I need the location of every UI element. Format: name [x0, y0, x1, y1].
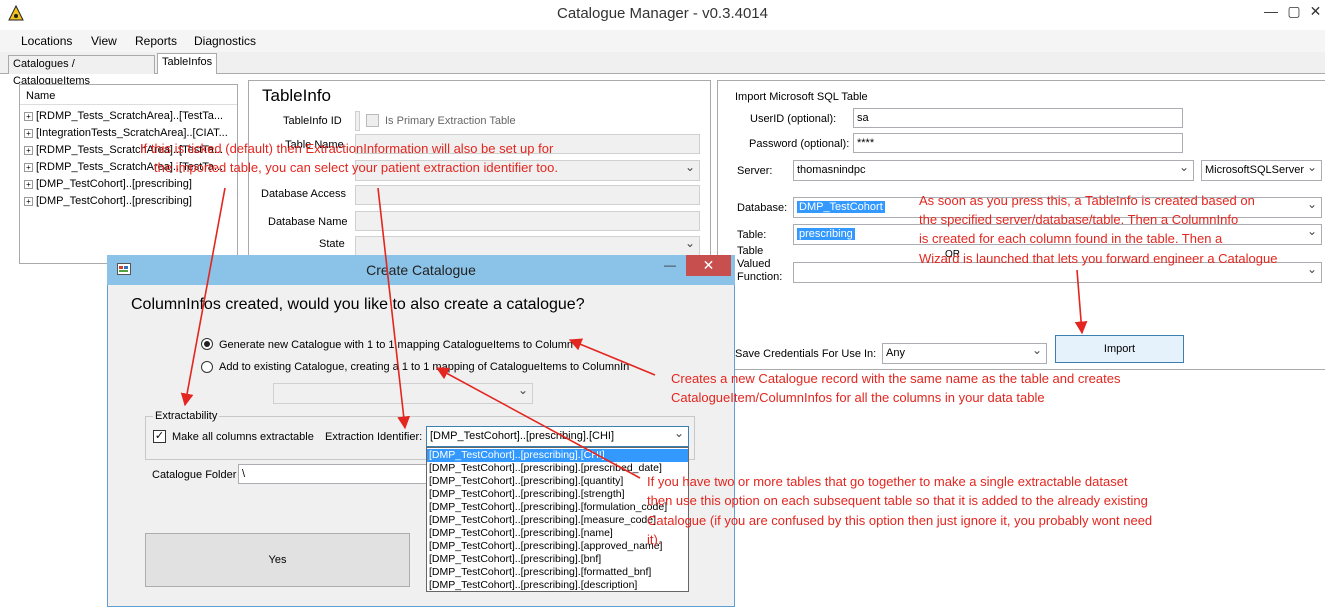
annotation-press-line-1: As soon as you press this, a TableInfo i… — [919, 193, 1255, 208]
annotation-new-line-1: Creates a new Catalogue record with the … — [671, 371, 1121, 386]
arrow-press-to-import — [1074, 269, 1088, 335]
annotation-press-line-3: is created for each column found in the … — [919, 231, 1223, 246]
annotation-multi-line-4: it). — [647, 532, 662, 547]
annotation-tick-line-1: If this is ticked (default) then Extract… — [140, 141, 554, 156]
annotation-multi-line-2: then use this option on each subsequent … — [647, 493, 1148, 508]
annotation-new-line-2: CatalogueItem/ColumnInfos for all the co… — [671, 390, 1045, 405]
arrow-tick-to-checkbox — [180, 187, 226, 407]
annotation-multi-line-1: If you have two or more tables that go t… — [647, 474, 1128, 489]
arrow-new-to-option1 — [568, 338, 656, 376]
annotation-tick-line-2: the imported table, you can select your … — [154, 160, 558, 175]
annotation-press-line-2: the specified server/database/table. The… — [919, 212, 1239, 227]
arrow-tick-to-identifier — [377, 187, 411, 430]
annotation-multi-line-3: Catalogue (if you are confused by this o… — [647, 513, 1153, 528]
annotation-press-line-4: Wizard is launched that lets you forward… — [919, 251, 1278, 266]
arrow-multi-to-option2 — [435, 367, 641, 479]
